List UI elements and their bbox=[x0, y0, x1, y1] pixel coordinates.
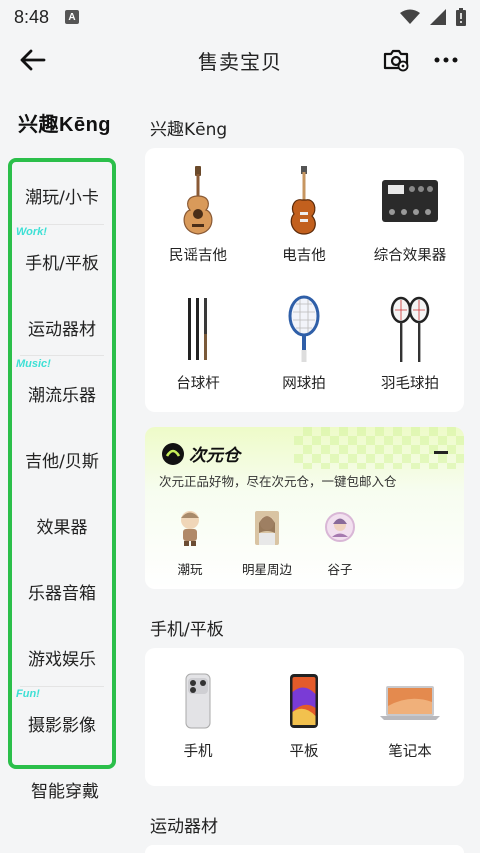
page-title: 售卖宝贝 bbox=[198, 49, 282, 74]
sidebar-item-label: 游戏娱乐 bbox=[28, 649, 96, 670]
battery-icon bbox=[456, 8, 466, 26]
effects-pedal-icon bbox=[382, 180, 438, 222]
promo-brand: 次元仓 bbox=[189, 446, 240, 466]
star-photo-icon bbox=[255, 511, 279, 545]
toy-figure-icon bbox=[181, 511, 199, 546]
sidebar-item-effects[interactable]: 效果器 bbox=[12, 492, 112, 558]
product-laptop[interactable]: 笔记本 bbox=[357, 672, 463, 761]
sidebar-item-guitar-bass[interactable]: 吉他/贝斯 bbox=[12, 426, 112, 492]
section-title-interests: 兴趣Kēng bbox=[150, 120, 228, 140]
product-tablet[interactable]: 平板 bbox=[251, 672, 357, 761]
promo-menu-icon[interactable] bbox=[434, 451, 448, 454]
sidebar-item-label: 吉他/贝斯 bbox=[25, 451, 99, 472]
sidebar-item-wearables[interactable]: 智能穿戴 bbox=[0, 756, 130, 822]
product-phone[interactable]: 手机 bbox=[145, 672, 251, 761]
product-card-phones-tablets: 手机 平板 笔记本 bbox=[145, 648, 464, 786]
product-acoustic-guitar[interactable]: 民谣吉他 bbox=[145, 166, 251, 265]
promo-item-label: 谷子 bbox=[327, 562, 353, 577]
product-card-interests: 民谣吉他 电吉他 综合效果器 台球杆 网球拍 羽毛球拍 bbox=[145, 148, 464, 412]
electric-guitar-icon bbox=[290, 166, 316, 235]
section-title-sports: 运动器材 bbox=[150, 817, 218, 837]
notification-badge: A bbox=[65, 10, 80, 24]
promo-subtitle: 次元正品好物，尽在次元仓，一键包邮入仓 bbox=[159, 474, 397, 489]
product-multi-effects[interactable]: 综合效果器 bbox=[357, 166, 463, 265]
billiard-cue-icon bbox=[188, 298, 207, 360]
tennis-racket-icon bbox=[288, 295, 320, 362]
sidebar-item-toys-cards[interactable]: 潮玩/小卡 bbox=[12, 162, 112, 228]
acoustic-guitar-icon bbox=[183, 166, 213, 235]
badge-icon bbox=[325, 512, 355, 542]
sidebar-item-sports-equipment[interactable]: 运动器材 bbox=[12, 294, 112, 360]
product-badminton-racket[interactable]: 羽毛球拍 bbox=[357, 294, 463, 393]
category-sidebar: 兴趣Kēng 潮玩/小卡 Work! 手机/平板 运动器材 Music! 潮流乐… bbox=[0, 86, 130, 853]
category-highlight-box: 潮玩/小卡 Work! 手机/平板 运动器材 Music! 潮流乐器 吉他/贝斯… bbox=[8, 158, 116, 769]
product-label: 网球拍 bbox=[282, 376, 326, 392]
cellular-signal-icon bbox=[430, 9, 446, 25]
product-billiard-cue[interactable]: 台球杆 bbox=[145, 294, 251, 393]
app-bar: 售卖宝贝 bbox=[0, 34, 480, 86]
sidebar-item-label: 摄影影像 bbox=[28, 715, 96, 736]
sidebar-item-label: 乐器音箱 bbox=[28, 583, 96, 604]
product-label: 手机 bbox=[183, 744, 213, 760]
promo-logo: 次元仓 bbox=[161, 441, 240, 466]
product-tennis-racket[interactable]: 网球拍 bbox=[251, 294, 357, 393]
laptop-icon bbox=[380, 686, 440, 720]
sidebar-item-gaming[interactable]: 游戏娱乐 bbox=[12, 624, 112, 690]
divider bbox=[20, 355, 104, 356]
camera-settings-icon[interactable] bbox=[382, 46, 410, 74]
product-label: 综合效果器 bbox=[373, 248, 447, 264]
divider bbox=[20, 224, 104, 225]
product-label: 羽毛球拍 bbox=[381, 376, 439, 392]
back-arrow-icon[interactable] bbox=[18, 46, 48, 74]
sidebar-item-label: 智能穿戴 bbox=[31, 781, 99, 802]
product-label: 台球杆 bbox=[176, 376, 220, 392]
sidebar-item-label: 手机/平板 bbox=[25, 253, 99, 274]
sidebar-item-label: 潮流乐器 bbox=[28, 385, 96, 406]
status-bar: 8:48 A bbox=[0, 0, 480, 34]
promo-brand-icon bbox=[162, 442, 184, 465]
promo-banner[interactable]: 次元仓 次元正品好物，尽在次元仓，一键包邮入仓 潮玩 明星周边 谷子 bbox=[145, 427, 464, 589]
tablet-icon bbox=[290, 674, 318, 728]
divider bbox=[20, 686, 104, 687]
promo-pattern bbox=[294, 427, 464, 469]
sidebar-item-amplifiers[interactable]: 乐器音箱 bbox=[12, 558, 112, 624]
product-label: 电吉他 bbox=[282, 248, 326, 264]
more-options-icon[interactable] bbox=[432, 48, 460, 72]
wifi-icon bbox=[400, 9, 420, 24]
product-label: 民谣吉他 bbox=[169, 248, 227, 264]
status-time: 8:48 bbox=[14, 6, 50, 27]
sidebar-item-photography[interactable]: 摄影影像 bbox=[12, 690, 112, 756]
brand-logo: 兴趣Kēng bbox=[18, 114, 111, 136]
badminton-racket-icon bbox=[390, 296, 430, 362]
product-label: 笔记本 bbox=[388, 744, 432, 760]
sidebar-item-phones-tablets[interactable]: 手机/平板 bbox=[12, 228, 112, 294]
phone-icon bbox=[185, 673, 211, 729]
sidebar-item-trendy-instruments[interactable]: 潮流乐器 bbox=[12, 360, 112, 426]
sidebar-item-label: 效果器 bbox=[36, 517, 88, 538]
promo-item-goods[interactable]: 谷子 bbox=[295, 509, 385, 578]
section-title-phones-tablets: 手机/平板 bbox=[150, 620, 224, 640]
product-label: 平板 bbox=[289, 744, 319, 760]
sidebar-item-label: 潮玩/小卡 bbox=[25, 187, 99, 208]
product-card-sports bbox=[145, 845, 464, 853]
product-electric-guitar[interactable]: 电吉他 bbox=[251, 166, 357, 265]
sidebar-item-label: 运动器材 bbox=[28, 319, 96, 340]
